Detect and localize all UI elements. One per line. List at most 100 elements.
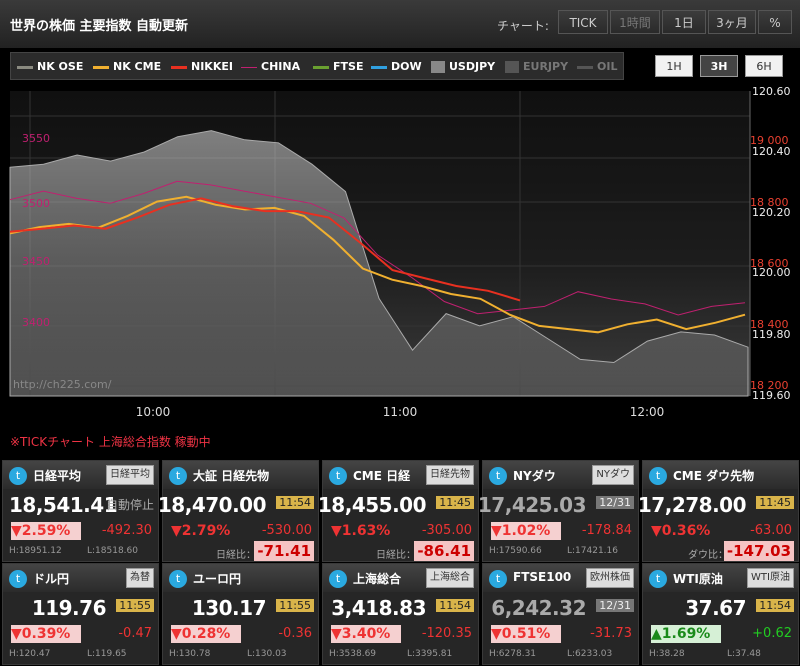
twitter-icon[interactable]: t — [329, 467, 347, 485]
panel-header: t CME ダウ先物 — [643, 461, 798, 489]
legend-eurjpy[interactable]: EURJPY — [505, 60, 568, 73]
panel-high: H:3538.69 — [329, 649, 377, 659]
panel-header: t CME 日経 日経先物 — [323, 461, 478, 489]
x-tick-label: 11:00 — [383, 405, 418, 419]
panel-change: -120.35 — [421, 626, 472, 641]
twitter-icon[interactable]: t — [169, 467, 187, 485]
twitter-icon[interactable]: t — [489, 570, 507, 588]
legend-nikkei[interactable]: NIKKEI — [171, 60, 233, 73]
legend-china[interactable]: CHINA — [241, 60, 300, 73]
panel-percent-change: ▼0.36% — [651, 523, 711, 539]
right-tick-white: 120.20 — [752, 206, 791, 219]
tick-notice: ※TICKチャート 上海総合指数 稼動中 — [10, 435, 211, 449]
panel-value: 119.76 — [31, 596, 107, 620]
panel-diff-value: -147.03 — [723, 541, 794, 561]
legend-usdjpy[interactable]: USDJPY — [431, 60, 495, 73]
range-percent-button[interactable]: % — [758, 10, 792, 34]
panel-high: H:6278.31 — [489, 649, 537, 659]
panel-time: 11:54 — [436, 599, 474, 612]
panel-change: -530.00 — [261, 523, 312, 538]
panel-name: FTSE100 — [513, 570, 572, 584]
panel-low: L:17421.16 — [567, 546, 618, 556]
legend-swatch — [93, 65, 109, 69]
twitter-icon[interactable]: t — [489, 467, 507, 485]
range-tick-button[interactable]: TICK — [558, 10, 608, 34]
panel-link-button[interactable]: NYダウ — [592, 465, 634, 485]
page-title: 世界の株価 主要指数 自動更新 — [10, 19, 189, 34]
panel-change: -31.73 — [590, 626, 632, 641]
panel-high: H:130.78 — [169, 649, 211, 659]
left-tick-label: 3450 — [22, 255, 50, 268]
legend-nk-cme[interactable]: NK CME — [93, 60, 161, 73]
panel-link-button[interactable]: 日経先物 — [426, 465, 474, 485]
panel-name: NYダウ — [513, 469, 556, 483]
panel-header: t 日経平均 日経平均 — [3, 461, 158, 489]
panel-link-button[interactable]: 為替 — [126, 568, 154, 588]
panel-header: t 大証 日経先物 — [163, 461, 318, 489]
market-panel: t 上海総合 上海総合 3,418.83 11:54 ▼3.40% -120.35 H:35… — [322, 563, 479, 665]
panel-value: 17,425.03 — [477, 493, 587, 517]
panel-link-button[interactable]: 上海総合 — [426, 568, 474, 588]
twitter-icon[interactable]: t — [169, 570, 187, 588]
panel-name: CME 日経 — [353, 469, 411, 483]
range-1h-button[interactable]: 1時間 — [610, 10, 660, 34]
panel-link-button[interactable]: 日経平均 — [106, 465, 154, 485]
right-tick-white: 119.80 — [752, 328, 791, 341]
panel-time: 11:45 — [436, 496, 474, 509]
chart-watermark: http://ch225.com/ — [13, 378, 112, 391]
market-panel: t WTI原油 WTI原油 37.67 11:54 ▲1.69% +0.62 H:38.28… — [642, 563, 799, 665]
right-tick-white: 120.40 — [752, 145, 791, 158]
legend-label: DOW — [391, 60, 422, 73]
twitter-icon[interactable]: t — [9, 570, 27, 588]
right-tick-white: 120.00 — [752, 266, 791, 279]
panel-diff-label: ダウ比： — [688, 550, 728, 561]
panel-link-button[interactable]: 欧州株価 — [586, 568, 634, 588]
time-6h-button[interactable]: 6H — [745, 55, 783, 77]
panel-name: 上海総合 — [353, 572, 402, 586]
market-panel: t ドル円 為替 119.76 11:55 ▼0.39% -0.47 H:120.47 L:1… — [2, 563, 159, 665]
panel-name: 大証 日経先物 — [193, 469, 270, 483]
panel-value: 18,541.41 — [9, 493, 118, 517]
panel-name: CME ダウ先物 — [673, 469, 755, 483]
twitter-icon[interactable]: t — [9, 467, 27, 485]
panel-low: L:119.65 — [87, 649, 127, 659]
panel-link-button[interactable]: WTI原油 — [747, 568, 794, 588]
panel-change: +0.62 — [752, 626, 792, 641]
legend-swatch — [171, 65, 187, 69]
right-tick-white: 120.60 — [752, 86, 791, 98]
panel-percent-change: ▼0.51% — [491, 625, 561, 643]
panel-diff-label: 日経比： — [216, 550, 256, 561]
time-1h-button[interactable]: 1H — [655, 55, 693, 77]
panel-change: -63.00 — [750, 523, 792, 538]
panel-change: -0.47 — [118, 626, 152, 641]
twitter-icon[interactable]: t — [649, 570, 667, 588]
panel-high: H:120.47 — [9, 649, 51, 659]
market-panel: t 大証 日経先物 18,470.00 11:54 ▼2.79% -530.00 日経比：… — [158, 460, 319, 562]
x-tick-label: 12:00 — [630, 405, 665, 419]
range-1d-button[interactable]: 1日 — [662, 10, 706, 34]
legend-nk-ose[interactable]: NK OSE — [17, 60, 83, 73]
twitter-icon[interactable]: t — [649, 467, 667, 485]
market-panel: t ユーロ円 130.17 11:55 ▼0.28% -0.36 H:130.78 L:13… — [162, 563, 319, 665]
price-chart: 355035003450340019 00018 80018 60018 400… — [9, 86, 791, 419]
legend-dow[interactable]: DOW — [371, 60, 422, 73]
legend-swatch — [17, 65, 33, 69]
panel-percent-change: ▼1.63% — [331, 523, 391, 539]
panel-low: L:18518.60 — [87, 546, 138, 556]
legend-ftse[interactable]: FTSE — [313, 60, 363, 73]
legend-oil[interactable]: OIL — [577, 60, 617, 73]
legend-label: NIKKEI — [191, 60, 233, 73]
twitter-icon[interactable]: t — [329, 570, 347, 588]
panel-diff-value: -71.41 — [254, 541, 314, 561]
legend-label: FTSE — [333, 60, 364, 73]
panel-value: 18,470.00 — [157, 493, 267, 517]
market-panel: t CME ダウ先物 17,278.00 11:45 ▼0.36% -63.00 ダウ比：… — [638, 460, 799, 562]
panel-change: -0.36 — [278, 626, 312, 641]
legend-label: EURJPY — [523, 60, 569, 73]
panel-value: 130.17 — [191, 596, 267, 620]
right-tick-white: 119.60 — [752, 389, 791, 402]
market-panel: t FTSE100 欧州株価 6,242.32 12/31 ▼0.51% -31.73 H:… — [482, 563, 639, 665]
range-3m-button[interactable]: 3ヶ月 — [708, 10, 756, 34]
panel-change: -305.00 — [421, 523, 472, 538]
time-3h-button[interactable]: 3H — [700, 55, 738, 77]
